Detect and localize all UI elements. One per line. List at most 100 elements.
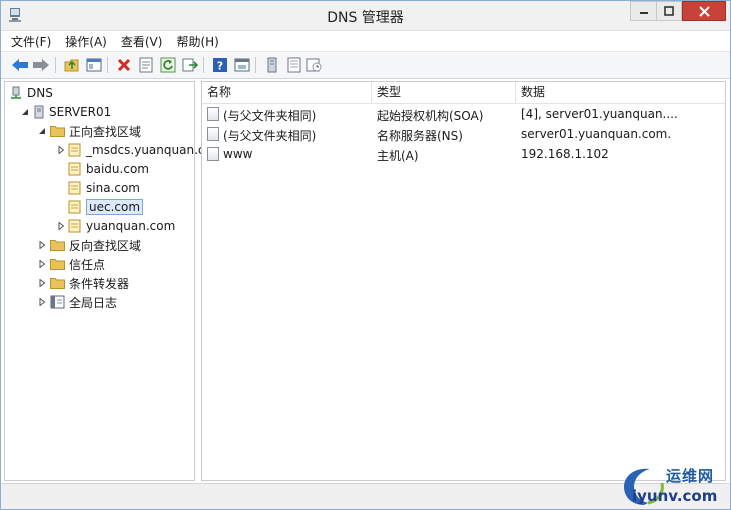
help-button[interactable]: ? [211, 56, 229, 74]
delete-icon [117, 58, 131, 72]
expand-trust-points-toggle[interactable] [38, 260, 46, 268]
collapse-server-toggle[interactable] [21, 108, 29, 116]
log-icon [50, 295, 65, 309]
expand-yuanquan-toggle[interactable] [57, 222, 65, 230]
properties-button[interactable] [137, 56, 155, 74]
help-icon: ? [213, 58, 227, 73]
menu-file[interactable]: 文件(F) [11, 33, 51, 50]
zone-icon [68, 219, 81, 233]
tree-node-trust-points[interactable]: 信任点 [50, 255, 105, 273]
record-icon [207, 127, 219, 141]
server-icon [34, 105, 44, 119]
zone-icon [68, 143, 81, 157]
schedule-button[interactable] [305, 56, 323, 74]
record-name: www [223, 147, 253, 161]
toolbar-separator [203, 57, 204, 73]
record-icon [207, 107, 219, 121]
collapsed-triangle-icon [39, 279, 46, 287]
svg-text:?: ? [217, 60, 223, 73]
expand-reverse-zones-toggle[interactable] [38, 241, 46, 249]
collapsed-triangle-icon [39, 298, 46, 306]
zone-icon [68, 162, 81, 176]
tree-node-global-logs[interactable]: 全局日志 [50, 293, 117, 311]
console-icon [234, 58, 250, 72]
tree-node-msdcs-zone[interactable]: _msdcs.yuanquan.c [68, 141, 204, 159]
tree-node-yuanquan-zone[interactable]: yuanquan.com [68, 217, 175, 235]
close-button[interactable] [682, 1, 726, 21]
column-header-type[interactable]: 类型 [372, 82, 516, 104]
toolbar-separator [107, 57, 108, 73]
tree-node-dns[interactable]: DNS [9, 84, 53, 102]
expanded-triangle-icon [22, 109, 28, 115]
collapse-forward-zones-toggle[interactable] [38, 127, 46, 135]
tree-node-conditional-forwarders[interactable]: 条件转发器 [50, 274, 129, 292]
tree-node-baidu-zone[interactable]: baidu.com [68, 160, 149, 178]
tree-label-server01: SERVER01 [49, 105, 112, 119]
up-folder-icon [64, 59, 79, 72]
console-button[interactable] [233, 56, 251, 74]
column-header-data[interactable]: 数据 [516, 82, 725, 104]
show-hide-tree-button[interactable] [85, 56, 103, 74]
records-icon [287, 57, 301, 73]
show-hide-tree-icon [86, 58, 102, 72]
up-one-level-button[interactable] [63, 56, 81, 74]
toolbar: ? [1, 51, 730, 79]
tree-node-uec-zone[interactable]: uec.com [68, 198, 144, 216]
watermark-logo: 运维网 iyunv.com [614, 461, 726, 507]
expand-conditional-forwarders-toggle[interactable] [38, 279, 46, 287]
minimize-button[interactable] [630, 1, 657, 21]
close-icon [698, 5, 710, 17]
tree-label-sina-zone: sina.com [86, 181, 140, 195]
tree-node-server01[interactable]: SERVER01 [33, 103, 111, 121]
expand-global-logs-toggle[interactable] [38, 298, 46, 306]
record-data: server01.yuanquan.com. [521, 127, 672, 141]
tree-label-dns: DNS [27, 86, 53, 100]
record-data: 192.168.1.102 [521, 147, 609, 161]
zone-icon [68, 200, 81, 214]
collapsed-triangle-icon [58, 146, 65, 154]
forward-button[interactable] [32, 56, 50, 74]
table-row[interactable]: (与父文件夹相同) 名称服务器(NS) server01.yuanquan.co… [202, 125, 725, 145]
back-button[interactable] [11, 56, 29, 74]
tree-label-msdcs-zone: _msdcs.yuanquan.c [86, 143, 205, 157]
minimize-icon [639, 12, 648, 14]
folder-icon [50, 278, 65, 289]
records-list-view: 名称 类型 数据 (与父文件夹相同) 起始授权机构(SOA) [4], serv… [201, 81, 726, 481]
record-type: 主机(A) [377, 149, 419, 163]
export-icon [182, 58, 198, 72]
tree-label-uec-zone: uec.com [86, 199, 144, 215]
watermark-text-domain: iyunv.com [632, 487, 718, 505]
forward-arrow-icon [33, 59, 49, 71]
menu-action[interactable]: 操作(A) [65, 33, 107, 50]
server-button[interactable] [263, 56, 281, 74]
expand-msdcs-toggle[interactable] [57, 146, 65, 154]
toolbar-separator [55, 57, 56, 73]
dns-manager-window: DNS 管理器 文件(F) 操作(A) 查看(V) 帮助(H) ? DNS SE… [0, 0, 731, 510]
collapsed-triangle-icon [39, 260, 46, 268]
expanded-triangle-icon [39, 128, 45, 134]
tree-node-reverse-zones[interactable]: 反向查找区域 [50, 236, 141, 254]
table-row[interactable]: (与父文件夹相同) 起始授权机构(SOA) [4], server01.yuan… [202, 105, 725, 125]
server-icon [267, 57, 277, 73]
record-name: (与父文件夹相同) [223, 109, 317, 123]
refresh-button[interactable] [159, 56, 177, 74]
maximize-button[interactable] [657, 1, 682, 21]
maximize-icon [664, 6, 674, 16]
collapsed-triangle-icon [58, 222, 65, 230]
record-name: (与父文件夹相同) [223, 129, 317, 143]
records-button[interactable] [285, 56, 303, 74]
tree-node-sina-zone[interactable]: sina.com [68, 179, 140, 197]
folder-icon [50, 240, 65, 251]
menu-help[interactable]: 帮助(H) [176, 33, 218, 50]
column-header-name[interactable]: 名称 [202, 82, 372, 104]
table-row[interactable]: www 主机(A) 192.168.1.102 [202, 145, 725, 165]
delete-button[interactable] [115, 56, 133, 74]
collapsed-triangle-icon [39, 241, 46, 249]
tree-label-baidu-zone: baidu.com [86, 162, 149, 176]
tree-label-trust-points: 信任点 [69, 257, 106, 272]
export-list-button[interactable] [181, 56, 199, 74]
title-bar[interactable]: DNS 管理器 [1, 1, 730, 31]
window-title: DNS 管理器 [327, 10, 404, 26]
tree-node-forward-zones[interactable]: 正向查找区域 [50, 122, 141, 140]
menu-view[interactable]: 查看(V) [121, 33, 163, 50]
